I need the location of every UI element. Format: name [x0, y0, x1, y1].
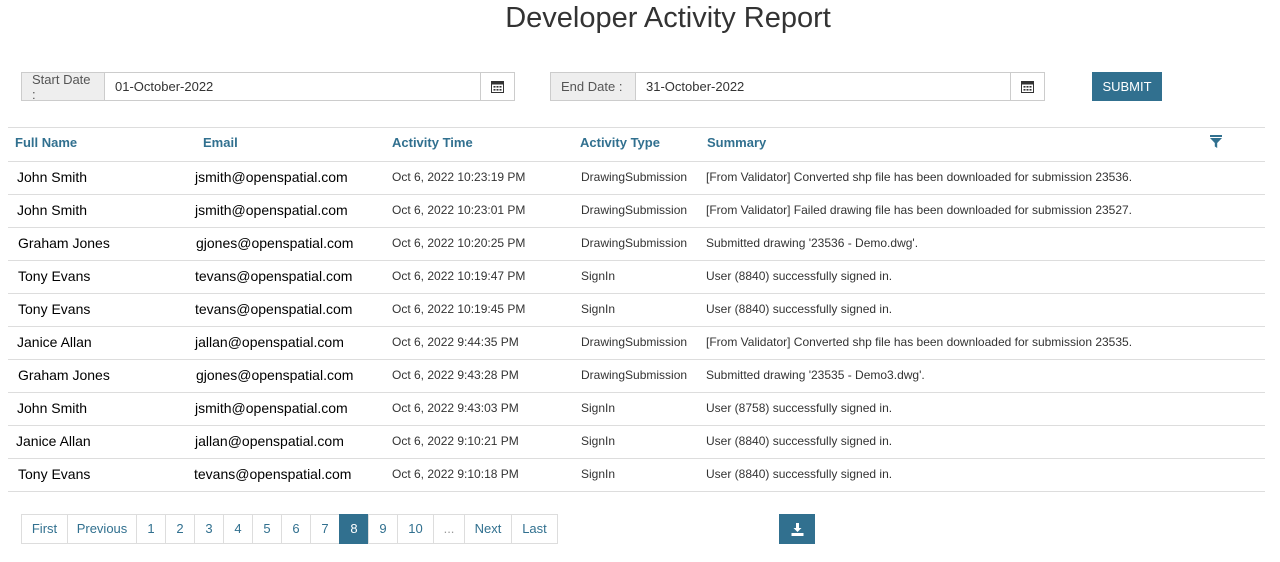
activity-type-cell: SignIn — [581, 467, 616, 481]
header-summary[interactable]: Summary — [707, 128, 766, 161]
activity-table: Full Name Email Activity Time Activity T… — [8, 127, 1265, 492]
table-row: Janice Allan jallan@openspatial.com Oct 6,… — [8, 327, 1265, 360]
email-cell: tevans@openspatial.com — [194, 466, 352, 482]
header-activity-type[interactable]: Activity Type — [580, 128, 660, 161]
activity-time-cell: Oct 6, 2022 10:19:47 PM — [392, 269, 526, 283]
pagination-first-button[interactable]: First — [21, 514, 68, 544]
end-date-label: End Date : — [551, 73, 636, 100]
activity-time-cell: Oct 6, 2022 10:23:01 PM — [392, 203, 526, 217]
full-name-cell: Janice Allan — [17, 334, 92, 350]
download-button[interactable] — [779, 514, 815, 544]
full-name-cell: John Smith — [17, 169, 88, 185]
download-icon — [791, 522, 803, 536]
activity-time-cell: Oct 6, 2022 9:43:03 PM — [392, 401, 519, 415]
summary-cell: User (8840) successfully signed in. — [706, 467, 893, 481]
pagination-page-8[interactable]: 8 — [339, 514, 369, 544]
email-cell: jsmith@openspatial.com — [195, 400, 348, 416]
activity-time-cell: Oct 6, 2022 9:10:21 PM — [392, 434, 519, 448]
calendar-icon — [491, 81, 504, 93]
pagination-page-5[interactable]: 5 — [252, 514, 282, 544]
full-name-cell: Janice Allan — [16, 433, 91, 449]
table-row: John Smith jsmith@openspatial.com Oct 6, 2… — [8, 195, 1265, 228]
header-email[interactable]: Email — [203, 128, 238, 161]
email-cell: gjones@openspatial.com — [196, 367, 354, 383]
activity-type-cell: SignIn — [581, 269, 616, 283]
table-row: Tony Evans tevans@openspatial.com Oct 6, 2… — [8, 294, 1265, 327]
table-row: Graham Jones gjones@openspatial.com Oct 6,… — [8, 360, 1265, 393]
summary-cell: User (8840) successfully signed in. — [706, 434, 893, 448]
activity-type-cell: SignIn — [581, 302, 616, 316]
table-row: Janice Allan jallan@openspatial.com Oct 6,… — [8, 426, 1265, 459]
summary-cell: Submitted drawing '23535 - Demo3.dwg'. — [706, 368, 925, 382]
full-name-cell: Graham Jones — [18, 235, 110, 251]
email-cell: jallan@openspatial.com — [195, 334, 344, 350]
pagination-page-3[interactable]: 3 — [194, 514, 224, 544]
email-cell: jsmith@openspatial.com — [195, 202, 348, 218]
pagination-page-6[interactable]: 6 — [281, 514, 311, 544]
table-header: Full Name Email Activity Time Activity T… — [8, 128, 1265, 162]
end-date-calendar-button[interactable] — [1010, 73, 1044, 100]
table-row: Graham Jones gjones@openspatial.com Oct 6,… — [8, 228, 1265, 261]
full-name-cell: Tony Evans — [18, 301, 91, 317]
activity-type-cell: DrawingSubmission — [581, 368, 688, 382]
full-name-cell: John Smith — [17, 400, 88, 416]
start-date-group: Start Date : — [21, 72, 515, 102]
email-cell: jsmith@openspatial.com — [195, 169, 348, 185]
header-full-name[interactable]: Full Name — [15, 128, 77, 161]
summary-cell: User (8758) successfully signed in. — [706, 401, 893, 415]
filter-icon[interactable] — [1210, 135, 1222, 153]
activity-type-cell: DrawingSubmission — [581, 203, 688, 217]
start-date-input[interactable] — [105, 73, 480, 100]
summary-cell: User (8840) successfully signed in. — [706, 302, 893, 316]
submit-button[interactable]: SUBMIT — [1092, 72, 1162, 101]
table-row: John Smith jsmith@openspatial.com Oct 6, 2… — [8, 162, 1265, 195]
start-date-label: Start Date : — [22, 72, 105, 102]
activity-type-cell: DrawingSubmission — [581, 335, 688, 349]
full-name-cell: John Smith — [17, 202, 88, 218]
activity-time-cell: Oct 6, 2022 10:19:45 PM — [392, 302, 526, 316]
email-cell: jallan@openspatial.com — [195, 433, 344, 449]
pagination: First Previous 1 2 3 4 5 6 7 8 9 10... Next Last — [21, 514, 558, 544]
activity-time-cell: Oct 6, 2022 9:44:35 PM — [392, 335, 519, 349]
pagination-page-9[interactable]: 9 — [368, 514, 398, 544]
pagination-page-4[interactable]: 4 — [223, 514, 253, 544]
pagination-next-button[interactable]: Next — [464, 514, 512, 544]
summary-cell: [From Validator] Converted shp file has … — [706, 335, 1133, 349]
table-row: Tony Evans tevans@openspatial.com Oct 6, 2… — [8, 261, 1265, 294]
page-title: Developer Activity Report — [505, 2, 831, 34]
activity-time-cell: Oct 6, 2022 9:10:18 PM — [392, 467, 519, 481]
activity-time-cell: Oct 6, 2022 9:43:28 PM — [392, 368, 519, 382]
pagination-page-10[interactable]: 10 — [397, 514, 434, 544]
table-row: Tony Evans tevans@openspatial.com Oct 6, 2… — [8, 459, 1265, 492]
email-cell: tevans@openspatial.com — [195, 268, 353, 284]
activity-type-cell: DrawingSubmission — [581, 170, 688, 184]
full-name-cell: Tony Evans — [18, 466, 91, 482]
pagination-ellipsis: ... — [433, 514, 465, 544]
activity-type-cell: SignIn — [581, 434, 616, 448]
header-activity-time[interactable]: Activity Time — [392, 128, 473, 161]
pagination-page-1[interactable]: 1 — [136, 514, 166, 544]
pagination-page-7[interactable]: 7 — [310, 514, 340, 544]
summary-cell: [From Validator] Converted shp file has … — [706, 170, 1133, 184]
full-name-cell: Tony Evans — [18, 268, 91, 284]
pagination-previous-button[interactable]: Previous — [67, 514, 137, 544]
summary-cell: [From Validator] Failed drawing file has… — [706, 203, 1133, 217]
email-cell: gjones@openspatial.com — [196, 235, 354, 251]
pagination-page-2[interactable]: 2 — [165, 514, 195, 544]
start-date-calendar-button[interactable] — [480, 73, 514, 100]
email-cell: tevans@openspatial.com — [195, 301, 353, 317]
table-body: John Smith jsmith@openspatial.com Oct 6, 2… — [8, 162, 1265, 492]
table-row: John Smith jsmith@openspatial.com Oct 6, 2… — [8, 393, 1265, 426]
activity-time-cell: Oct 6, 2022 10:20:25 PM — [392, 236, 526, 250]
end-date-input[interactable] — [636, 73, 1010, 100]
summary-cell: Submitted drawing '23536 - Demo.dwg'. — [706, 236, 919, 250]
pagination-last-button[interactable]: Last — [511, 514, 558, 544]
activity-type-cell: SignIn — [581, 401, 616, 415]
full-name-cell: Graham Jones — [18, 367, 110, 383]
activity-time-cell: Oct 6, 2022 10:23:19 PM — [392, 170, 526, 184]
summary-cell: User (8840) successfully signed in. — [706, 269, 893, 283]
end-date-group: End Date : — [550, 72, 1045, 101]
calendar-icon — [1021, 81, 1034, 93]
activity-type-cell: DrawingSubmission — [581, 236, 688, 250]
